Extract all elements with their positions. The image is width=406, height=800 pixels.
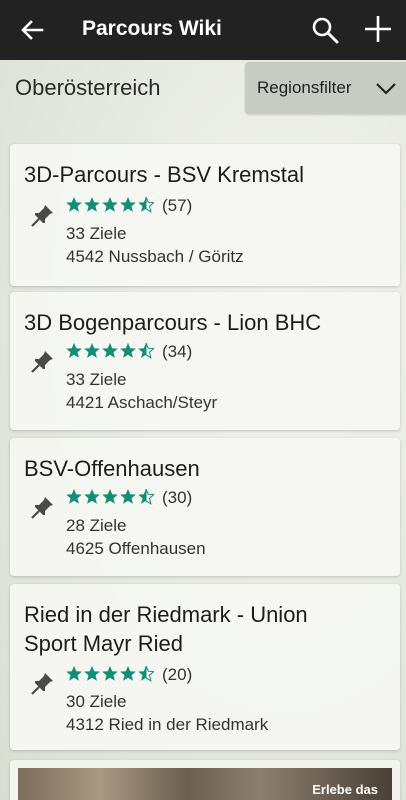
banner-cta: Erlebe das <box>312 782 378 797</box>
pushpin-icon[interactable] <box>30 348 56 374</box>
app-title: Parcours Wiki <box>82 17 222 40</box>
region-filter-label: Regionsfilter <box>257 78 352 97</box>
region-filter-button[interactable]: Regionsfilter <box>245 62 406 114</box>
pushpin-icon[interactable] <box>30 670 56 696</box>
stars-icon <box>66 665 154 682</box>
parcours-address: 4421 Aschach/Steyr <box>66 393 218 412</box>
parcours-address: 4312 Ried in der Riedmark <box>66 715 269 734</box>
star-rating <box>66 196 154 214</box>
review-count: (34) <box>162 342 193 361</box>
parcours-name: Ried in der Riedmark - Union Sport Mayr … <box>24 600 308 658</box>
parcours-card[interactable]: Ried in der Riedmark - Union Sport Mayr … <box>10 584 400 750</box>
parcours-name: 3D-Parcours - BSV Kremstal <box>24 162 304 187</box>
star-rating <box>66 342 154 360</box>
promo-banner[interactable]: Erlebe das <box>10 760 400 800</box>
pushpin-icon[interactable] <box>30 494 56 520</box>
parcours-name: 3D Bogenparcours - Lion BHC <box>24 310 322 335</box>
back-arrow-icon[interactable] <box>18 16 46 44</box>
plus-icon[interactable] <box>363 14 393 44</box>
target-count: 33 Ziele <box>66 224 127 243</box>
star-rating <box>66 665 154 683</box>
star-rating <box>66 488 154 506</box>
stars-icon <box>66 342 154 359</box>
review-count: (57) <box>162 196 193 215</box>
region-title: Oberösterreich <box>15 75 161 100</box>
parcours-name: BSV-Offenhausen <box>24 456 200 481</box>
target-count: 28 Ziele <box>66 516 127 535</box>
parcours-card[interactable]: BSV-Offenhausen (30) 28 Ziele 4625 Offen… <box>10 438 400 576</box>
parcours-card[interactable]: 3D-Parcours - BSV Kremstal (57) 33 Ziele… <box>10 144 400 286</box>
stars-icon <box>66 488 154 505</box>
parcours-card[interactable]: 3D Bogenparcours - Lion BHC (34) 33 Ziel… <box>10 292 400 430</box>
parcours-name-line: Sport Mayr Ried <box>24 631 183 656</box>
pushpin-icon[interactable] <box>30 202 56 228</box>
review-count: (20) <box>162 665 193 684</box>
search-icon[interactable] <box>310 15 340 45</box>
chevron-down-icon <box>376 83 396 95</box>
parcours-address: 4542 Nussbach / Göritz <box>66 247 244 266</box>
stars-icon <box>66 196 154 213</box>
app-bar: Parcours Wiki <box>0 0 406 60</box>
parcours-name-line: Ried in der Riedmark - Union <box>24 602 308 627</box>
parcours-address: 4625 Offenhausen <box>66 539 206 558</box>
target-count: 30 Ziele <box>66 692 127 711</box>
target-count: 33 Ziele <box>66 370 127 389</box>
review-count: (30) <box>162 488 193 507</box>
